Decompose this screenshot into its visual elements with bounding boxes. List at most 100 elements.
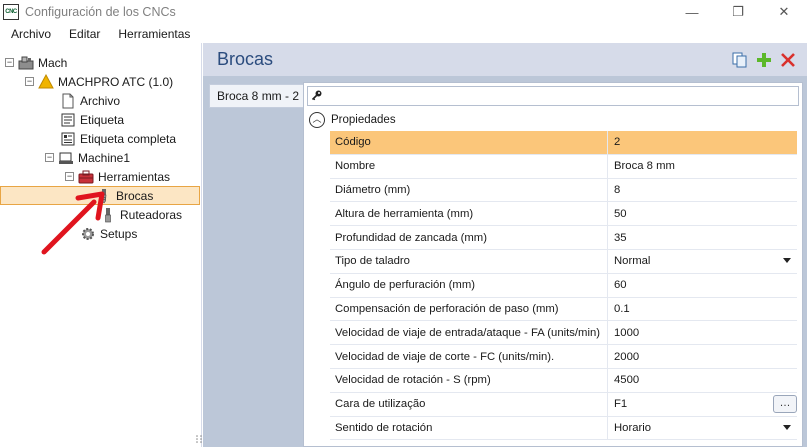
delete-icon[interactable] [779, 51, 797, 69]
window-controls: — ❐ ✕ [669, 0, 807, 24]
tree-item-mach[interactable]: − Mach [5, 53, 67, 72]
add-icon[interactable] [755, 51, 773, 69]
tree-item-archivo[interactable]: Archivo [60, 91, 120, 110]
header-toolbar [731, 51, 797, 69]
section-label: Propiedades [331, 113, 396, 126]
property-name: Sentido de rotación [330, 416, 608, 440]
collapse-section-icon[interactable]: ︿ [309, 111, 325, 128]
property-name: Tipo de taladro [330, 249, 608, 273]
property-name: Nombre [330, 154, 608, 178]
property-grid: Código 2 Nombre Broca 8 mm Diámetro (mm)… [330, 131, 797, 441]
property-row-angulo[interactable]: Ángulo de perfuración (mm) 60 [330, 273, 797, 298]
ellipsis-button[interactable]: … [773, 394, 797, 413]
property-name: Altura de herramienta (mm) [330, 202, 608, 226]
dropdown-arrow-icon[interactable] [783, 424, 791, 430]
main-area: Brocas Broca 8 mm - 2 ︿ Propiedades Códi… [203, 43, 807, 447]
gear-icon [80, 226, 96, 242]
property-row-velocidad-rotacion[interactable]: Velocidad de rotación - S (rpm) 4500 [330, 368, 797, 393]
property-row-codigo[interactable]: Código 2 [330, 131, 797, 155]
property-name: Cara de utilização [330, 392, 608, 416]
property-name: Código [330, 131, 608, 154]
property-value[interactable]: Normal [608, 250, 797, 273]
title-bar: CNC Configuración de los CNCs — ❐ ✕ [0, 0, 807, 24]
tree-item-etiqueta[interactable]: Etiqueta [60, 110, 124, 129]
collapse-icon[interactable]: − [65, 172, 74, 181]
property-value[interactable]: 2 [608, 131, 797, 154]
window-title: Configuración de los CNCs [25, 5, 176, 19]
key-icon [311, 89, 323, 104]
machine1-icon [58, 150, 74, 166]
property-row-cara[interactable]: Cara de utilização F1 … [330, 392, 797, 417]
tree-label-ruteadoras: Ruteadoras [120, 207, 183, 222]
property-value[interactable]: 4500 [608, 369, 797, 392]
property-value[interactable]: Broca 8 mm [608, 155, 797, 178]
section-header-propiedades[interactable]: ︿ Propiedades [304, 109, 802, 130]
tree-item-machpro[interactable]: − MACHPRO ATC (1.0) [25, 72, 173, 91]
property-name: Diámetro (mm) [330, 178, 608, 202]
menu-herramientas[interactable]: Herramientas [109, 27, 199, 41]
property-row-velocidad-fa[interactable]: Velocidad de viaje de entrada/ataque - F… [330, 321, 797, 346]
full-label-icon [60, 131, 76, 147]
minimize-button[interactable]: — [669, 0, 715, 24]
menu-editar[interactable]: Editar [60, 27, 109, 41]
property-name: Velocidad de rotación - S (rpm) [330, 368, 608, 392]
app-icon: CNC [3, 4, 19, 20]
copy-icon[interactable] [731, 51, 749, 69]
router-bit-icon [100, 207, 116, 223]
property-row-profundidad[interactable]: Profundidad de zancada (mm) 35 [330, 226, 797, 250]
property-row-altura[interactable]: Altura de herramienta (mm) 50 [330, 202, 797, 227]
drill-bit-icon [96, 188, 112, 204]
property-value[interactable]: 8 [608, 179, 797, 202]
close-window-button[interactable]: ✕ [761, 0, 807, 24]
property-row-velocidad-fc[interactable]: Velocidad de viaje de corte - FC (units/… [330, 345, 797, 369]
property-row-diametro[interactable]: Diámetro (mm) 8 [330, 178, 797, 203]
tree-label-brocas: Brocas [116, 188, 154, 203]
document-icon [60, 93, 76, 109]
property-search-input[interactable] [307, 86, 799, 106]
label-icon [60, 112, 76, 128]
tree-item-ruteadoras[interactable]: Ruteadoras [100, 205, 182, 224]
tree-label-setups: Setups [100, 226, 138, 241]
tree-item-machine1[interactable]: − Machine1 [45, 148, 130, 167]
tab-broca-8mm[interactable]: Broca 8 mm - 2 [209, 84, 303, 108]
dropdown-arrow-icon[interactable] [783, 257, 791, 263]
property-value[interactable]: 1000 [608, 321, 797, 344]
tree-label-etiqueta: Etiqueta [80, 112, 125, 127]
main-header: Brocas [203, 43, 807, 76]
collapse-icon[interactable]: − [45, 153, 54, 162]
toolbox-icon [78, 169, 94, 185]
property-row-compensacion[interactable]: Compensación de perforación de paso (mm)… [330, 297, 797, 322]
tree-item-setups[interactable]: Setups [80, 224, 137, 243]
resize-grip-icon[interactable] [195, 434, 203, 444]
sidebar-tree: − Mach − MACHPRO ATC (1.0) Archivo Etiqu… [0, 43, 202, 447]
property-row-sentido[interactable]: Sentido de rotación Horario [330, 416, 797, 441]
property-name: Ángulo de perfuración (mm) [330, 273, 608, 297]
tree-item-brocas[interactable]: Brocas [0, 186, 200, 205]
collapse-icon[interactable]: − [25, 77, 34, 86]
property-row-nombre[interactable]: Nombre Broca 8 mm [330, 154, 797, 179]
tree-label-herramientas: Herramientas [98, 169, 171, 184]
tree-label-machpro: MACHPRO ATC (1.0) [58, 74, 174, 89]
property-value[interactable]: 2000 [608, 345, 797, 368]
property-name: Velocidad de viaje de entrada/ataque - F… [330, 321, 608, 345]
restore-button[interactable]: ❐ [715, 0, 761, 24]
tree-item-herramientas[interactable]: − Herramientas [65, 167, 170, 186]
property-value[interactable]: 60 [608, 274, 797, 297]
warning-icon [38, 73, 54, 90]
property-row-tipo-taladro[interactable]: Tipo de taladro Normal [330, 249, 797, 274]
tree-item-etiqueta-completa[interactable]: Etiqueta completa [60, 129, 176, 148]
machine-icon [18, 55, 34, 71]
property-value[interactable]: 50 [608, 202, 797, 225]
property-name: Velocidad de viaje de corte - FC (units/… [330, 345, 608, 368]
property-name: Profundidad de zancada (mm) [330, 226, 608, 249]
property-value[interactable]: F1 [608, 393, 797, 416]
tree-label-machine1: Machine1 [78, 150, 131, 165]
tree-label-archivo: Archivo [80, 93, 121, 108]
collapse-icon[interactable]: − [5, 58, 14, 67]
property-value[interactable]: 35 [608, 226, 797, 249]
menu-archivo[interactable]: Archivo [0, 27, 60, 41]
page-title: Brocas [217, 49, 274, 69]
menu-bar: Archivo Editar Herramientas [0, 24, 807, 43]
property-value[interactable]: Horario [608, 417, 797, 440]
property-value[interactable]: 0.1 [608, 298, 797, 321]
